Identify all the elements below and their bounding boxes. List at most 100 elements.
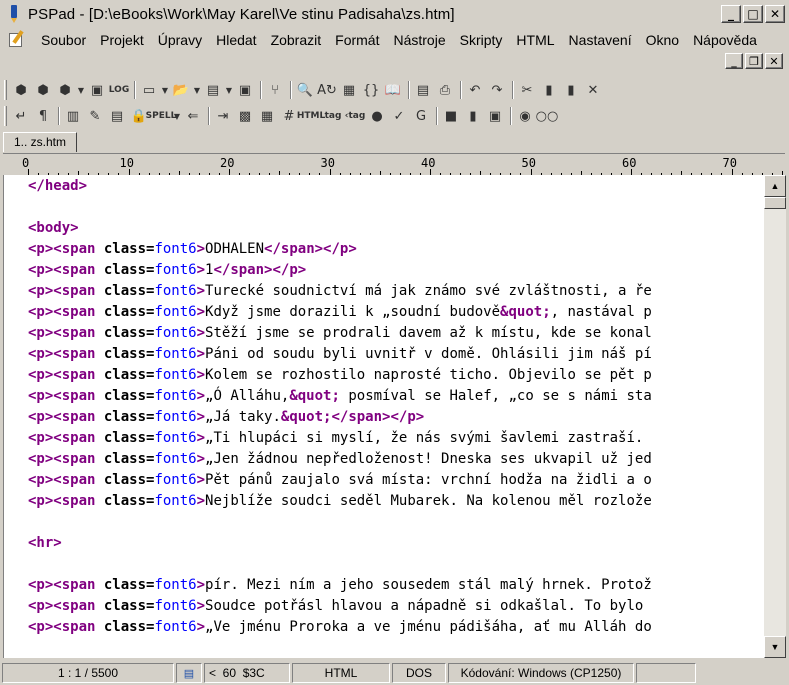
status-encoding[interactable]: Kódování: Windows (CP1250) xyxy=(448,663,634,683)
print-icon[interactable]: ⎙ xyxy=(434,79,456,101)
code-line[interactable]: <p><span class=font6>Když jsme dorazili … xyxy=(28,302,764,323)
code-line[interactable] xyxy=(28,197,764,218)
pilcrow-icon[interactable]: ¶ xyxy=(32,105,54,127)
close-button[interactable]: ✕ xyxy=(765,5,785,23)
menu-item-11[interactable]: Nápověda xyxy=(686,32,764,48)
code-line[interactable]: <p><span class=font6>Kolem se rozhostilo… xyxy=(28,365,764,386)
menu-item-2[interactable]: Úpravy xyxy=(151,32,209,48)
code-line[interactable]: <p><span class=font6>Stěží jsme se prodr… xyxy=(28,323,764,344)
menu-item-4[interactable]: Zobrazit xyxy=(264,32,329,48)
html-txt-icon[interactable]: HTML xyxy=(297,105,325,127)
code-line[interactable]: </head> xyxy=(28,176,764,197)
glasses-icon[interactable]: ○○ xyxy=(536,105,559,127)
dropdown-icon[interactable]: ▼ xyxy=(192,79,202,101)
menu-item-7[interactable]: Skripty xyxy=(453,32,510,48)
scroll-up-button[interactable]: ▲ xyxy=(764,175,786,197)
search-icon[interactable]: 🔍 xyxy=(294,79,316,101)
delete-icon[interactable]: ✕ xyxy=(582,79,604,101)
save-project-icon[interactable]: ⬢ xyxy=(54,79,76,101)
code-line[interactable]: <p><span class=font6>Pět pánů zaujalo sv… xyxy=(28,470,764,491)
copy-icon[interactable]: ▮ xyxy=(538,79,560,101)
tag-icon[interactable]: tag xyxy=(322,105,344,127)
code-line[interactable]: <p><span class=font6>„Ti hlupáci si mysl… xyxy=(28,428,764,449)
braces-icon[interactable]: {} xyxy=(360,79,382,101)
code-line[interactable]: <body> xyxy=(28,218,764,239)
dropdown-icon[interactable]: ▼ xyxy=(160,79,170,101)
mdi-restore-button[interactable]: ❐ xyxy=(745,53,763,69)
open-project-icon[interactable]: ⬢ xyxy=(32,79,54,101)
scroll-down-button[interactable]: ▼ xyxy=(764,636,786,658)
open-folder-icon[interactable]: 📂 xyxy=(170,79,192,101)
menu-item-5[interactable]: Formát xyxy=(328,32,386,48)
code-line[interactable]: <p><span class=font6>pír. Mezi ním a jeh… xyxy=(28,575,764,596)
code-line[interactable]: <p><span class=font6>Nejblíže soudci sed… xyxy=(28,491,764,512)
window-icon[interactable]: ▣ xyxy=(484,105,506,127)
status-line-ending[interactable]: DOS xyxy=(392,663,446,683)
highlighter-icon[interactable]: ✎ xyxy=(84,105,106,127)
validate-icon[interactable]: ✓ xyxy=(388,105,410,127)
google-icon[interactable]: G xyxy=(410,105,432,127)
code-line[interactable]: <p><span class=font6>„Ve jménu Proroka a… xyxy=(28,617,764,638)
dropdown-icon[interactable]: ▼ xyxy=(76,79,86,101)
maximize-button[interactable]: □ xyxy=(743,5,763,23)
vertical-scrollbar[interactable]: ▲ ▼ xyxy=(764,175,786,658)
document-menu-icon[interactable] xyxy=(8,30,28,50)
web-icon[interactable]: ▦ xyxy=(338,79,360,101)
code-line[interactable]: <hr> xyxy=(28,533,764,554)
code-line[interactable]: <p><span class=font6>Páni od soudu byli … xyxy=(28,344,764,365)
package-icon[interactable]: ▩ xyxy=(234,105,256,127)
bookmark-icon[interactable]: ⇐ xyxy=(182,105,204,127)
code-area[interactable]: </head> <body> <p><span class=font6>ODHALE… xyxy=(28,176,764,638)
code-line[interactable]: <p><span class=font6>„Ó Alláhu,&quot; po… xyxy=(28,386,764,407)
hex-icon[interactable]: ▤ xyxy=(106,105,128,127)
code-line[interactable]: <p><span class=font6>1</span></p> xyxy=(28,260,764,281)
block-icon[interactable]: ■ xyxy=(440,105,462,127)
document-icon[interactable]: ▮ xyxy=(462,105,484,127)
mdi-minimize-button[interactable]: _ xyxy=(725,53,743,69)
book-icon[interactable]: 📖 xyxy=(382,79,404,101)
save-all-icon[interactable]: ▣ xyxy=(234,79,256,101)
preview-icon[interactable]: ▤ xyxy=(412,79,434,101)
paste-icon[interactable]: ▮ xyxy=(560,79,582,101)
color-icon[interactable]: ▦ xyxy=(256,105,278,127)
log-icon[interactable]: LOG xyxy=(108,79,130,101)
menu-item-1[interactable]: Projekt xyxy=(93,32,151,48)
status-mode[interactable]: HTML xyxy=(292,663,390,683)
status-doc-icon[interactable]: ▤ xyxy=(176,663,202,683)
code-line[interactable] xyxy=(28,512,764,533)
cut-icon[interactable]: ✂ xyxy=(516,79,538,101)
code-line[interactable]: <p><span class=font6>Soudce potřásl hlav… xyxy=(28,596,764,617)
editor[interactable]: </head> <body> <p><span class=font6>ODHALE… xyxy=(3,175,764,658)
menu-item-6[interactable]: Nástroje xyxy=(386,32,452,48)
save-icon[interactable]: ▤ xyxy=(202,79,224,101)
menu-item-0[interactable]: Soubor xyxy=(34,32,93,48)
wrap-icon[interactable]: ↵ xyxy=(10,105,32,127)
menu-item-3[interactable]: Hledat xyxy=(209,32,263,48)
scroll-thumb[interactable] xyxy=(764,197,786,209)
code-line[interactable]: <p><span class=font6>„Já taky.&quot;</sp… xyxy=(28,407,764,428)
redo-icon[interactable]: ↷ xyxy=(486,79,508,101)
globe-icon[interactable]: ● xyxy=(366,105,388,127)
mdi-close-button[interactable]: ✕ xyxy=(765,53,783,69)
dropdown-icon[interactable]: ▼ xyxy=(224,79,234,101)
untag-icon[interactable]: ‹tag xyxy=(344,105,366,127)
minimize-button[interactable]: _ xyxy=(721,5,741,23)
close-project-icon[interactable]: ▣ xyxy=(86,79,108,101)
code-line[interactable]: <p><span class=font6>ODHALEN</span></p> xyxy=(28,239,764,260)
menu-item-8[interactable]: HTML xyxy=(509,32,561,48)
record-icon[interactable]: ◉ xyxy=(514,105,536,127)
tab-zs-htm[interactable]: 1.. zs.htm xyxy=(3,132,78,152)
replace-icon[interactable]: A↻ xyxy=(316,79,338,101)
project-icon[interactable]: ⬢ xyxy=(10,79,32,101)
new-file-icon[interactable]: ▭ xyxy=(138,79,160,101)
spell-icon[interactable]: SPELL xyxy=(146,105,177,127)
column-icon[interactable]: ▥ xyxy=(62,105,84,127)
menu-item-9[interactable]: Nastavení xyxy=(562,32,639,48)
code-line[interactable] xyxy=(28,554,764,575)
dropdown-icon[interactable]: ▼ xyxy=(172,105,182,127)
toolbar-grip[interactable] xyxy=(4,106,7,126)
pspad-app-icon[interactable] xyxy=(6,5,22,23)
tree-icon[interactable]: ⑂ xyxy=(264,79,286,101)
indent-icon[interactable]: ⇥ xyxy=(212,105,234,127)
toolbar-grip[interactable] xyxy=(4,80,7,100)
